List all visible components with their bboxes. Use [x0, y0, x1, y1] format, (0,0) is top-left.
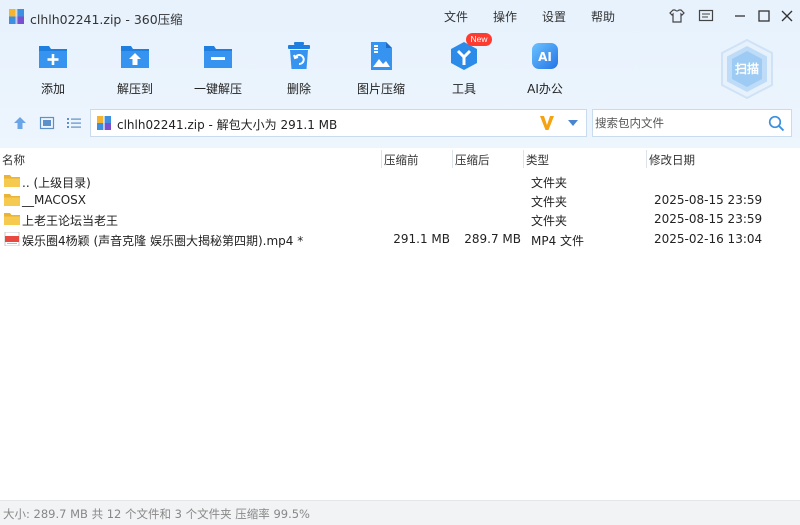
file-name: __MACOSX — [22, 193, 87, 207]
folder-icon — [4, 213, 20, 225]
maximize-icon[interactable] — [755, 7, 773, 25]
scan-label: 扫描 — [734, 62, 759, 76]
extract-to-label: 解压到 — [116, 82, 153, 96]
menu-operate[interactable]: 操作 — [493, 8, 517, 25]
image-compress-button[interactable]: 图片压缩 — [346, 40, 416, 96]
ai-office-label: AI办公 — [527, 82, 563, 96]
extract-to-icon — [121, 46, 149, 68]
column-separator[interactable] — [523, 150, 524, 168]
minimize-icon[interactable] — [731, 7, 749, 25]
up-arrow-icon[interactable] — [12, 115, 28, 131]
file-modified: 2025-02-16 13:04 — [654, 232, 763, 246]
column-separator[interactable] — [452, 150, 453, 168]
tools-button[interactable]: 工具 — [429, 40, 499, 96]
one-click-extract-button[interactable]: 一键解压 — [183, 40, 253, 96]
delete-label: 删除 — [286, 82, 311, 96]
file-name: 上老王论坛当老王 — [22, 214, 119, 228]
extract-to-button[interactable]: 解压到 — [100, 40, 170, 96]
new-badge: New — [466, 33, 492, 46]
search-box[interactable] — [592, 109, 792, 137]
add-button[interactable]: 添加 — [18, 40, 88, 96]
folder-icon — [4, 175, 20, 187]
add-icon — [39, 46, 67, 68]
status-bar: 大小: 289.7 MB 共 12 个文件和 3 个文件夹 压缩率 99.5% — [0, 500, 800, 525]
search-input[interactable] — [595, 113, 765, 133]
image-compress-icon — [371, 42, 392, 70]
table-row[interactable]: __MACOSX 文件夹 2025-08-15 23:59 — [0, 190, 800, 210]
tools-label: 工具 — [451, 82, 476, 96]
trash-icon — [288, 42, 310, 69]
file-name: .. (上级目录) — [22, 176, 91, 190]
address-text: clhlh02241.zip - 解包大小为 291.1 MB — [117, 118, 338, 132]
file-type: 文件夹 — [531, 176, 568, 190]
chevron-down-icon[interactable] — [567, 119, 579, 127]
menu-file[interactable]: 文件 — [444, 8, 468, 25]
title-bar: clhlh02241.zip - 360压缩 文件 操作 设置 帮助 — [0, 0, 800, 32]
file-type: MP4 文件 — [531, 234, 585, 248]
column-packed[interactable]: 压缩后 — [455, 152, 490, 168]
column-separator[interactable] — [646, 150, 647, 168]
search-icon[interactable] — [768, 115, 785, 132]
ai-office-button[interactable]: AI AI办公 — [510, 40, 580, 96]
menu-settings[interactable]: 设置 — [542, 8, 566, 25]
ai-office-icon: AI — [532, 43, 558, 69]
file-packed-size: 289.7 MB — [464, 232, 521, 246]
file-size: 291.1 MB — [393, 232, 450, 246]
add-label: 添加 — [40, 82, 65, 96]
column-type[interactable]: 类型 — [526, 152, 549, 168]
address-bar[interactable]: clhlh02241.zip - 解包大小为 291.1 MB — [90, 109, 587, 137]
file-name: 娱乐圈4杨颖 (声音克隆 娱乐圈大揭秘第四期).mp4 * — [22, 234, 304, 248]
column-modified[interactable]: 修改日期 — [649, 152, 695, 168]
table-row[interactable]: 上老王论坛当老王 文件夹 2025-08-15 23:59 — [0, 209, 800, 229]
file-type: 文件夹 — [531, 195, 568, 209]
window-title: clhlh02241.zip - 360压缩 — [30, 12, 183, 27]
folder-icon — [4, 194, 20, 206]
svg-text:AI: AI — [538, 50, 552, 64]
close-icon[interactable] — [778, 7, 796, 25]
menu-help[interactable]: 帮助 — [591, 8, 615, 25]
status-text: 大小: 289.7 MB 共 12 个文件和 3 个文件夹 压缩率 99.5% — [3, 507, 310, 521]
file-modified: 2025-08-15 23:59 — [654, 193, 763, 207]
skin-shirt-icon[interactable] — [668, 7, 686, 25]
view-thumbnail-icon[interactable] — [39, 115, 55, 131]
file-modified: 2025-08-15 23:59 — [654, 212, 763, 226]
one-click-extract-icon — [204, 46, 232, 68]
column-separator[interactable] — [381, 150, 382, 168]
app-logo-icon — [9, 9, 24, 24]
video-file-icon — [4, 232, 20, 246]
column-name[interactable]: 名称 — [2, 152, 25, 168]
column-size[interactable]: 压缩前 — [384, 152, 419, 168]
scan-button[interactable]: 扫描 — [718, 38, 776, 100]
one-click-extract-label: 一键解压 — [193, 82, 242, 96]
file-type: 文件夹 — [531, 214, 568, 228]
column-header: 名称 压缩前 压缩后 类型 修改日期 — [0, 150, 800, 168]
table-row[interactable]: 娱乐圈4杨颖 (声音克隆 娱乐圈大揭秘第四期).mp4 * 291.1 MB 2… — [0, 229, 800, 249]
image-compress-label: 图片压缩 — [356, 82, 405, 96]
delete-button[interactable]: 删除 — [264, 40, 334, 96]
view-list-icon[interactable] — [66, 115, 82, 131]
zip-file-icon — [97, 116, 111, 130]
vip-v-icon[interactable] — [539, 114, 555, 132]
feedback-icon[interactable] — [697, 7, 715, 25]
table-row[interactable]: .. (上级目录) 文件夹 — [0, 171, 800, 191]
